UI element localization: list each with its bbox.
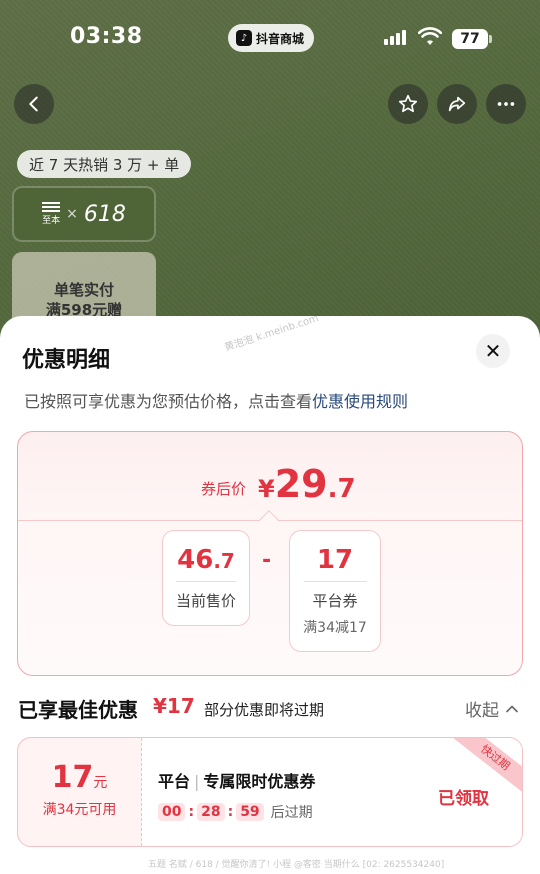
- battery-level: 77: [460, 31, 480, 47]
- footer-watermark: 五题 名赋 / 618 / 觉醒你清了! 小程 @客密 当期什么 [02: 26…: [148, 860, 445, 870]
- brand-logo: 至本: [42, 202, 60, 226]
- douyin-logo-icon: ♪: [236, 30, 252, 46]
- battery-icon: 77: [452, 29, 492, 49]
- favorite-button[interactable]: [388, 84, 428, 124]
- after-coupon-price: ¥29.7: [258, 462, 356, 506]
- collab-x: ×: [66, 206, 78, 222]
- after-coupon-price-row: 券后价 ¥29.7: [18, 432, 522, 520]
- timer-suffix: 后过期: [270, 805, 313, 821]
- current-price-label: 当前售价: [175, 592, 236, 610]
- promo-line-1: 单笔实付: [53, 281, 114, 299]
- collapse-button[interactable]: 收起: [465, 696, 519, 721]
- usage-rules-link[interactable]: 优惠使用规则: [312, 392, 408, 411]
- current-price-value: 46.7: [177, 545, 235, 575]
- app-indicator-pill[interactable]: ♪ 抖音商城: [228, 24, 315, 52]
- price-estimate-note: 已按照可享优惠为您预估价格，点击查看优惠使用规则: [24, 388, 408, 412]
- wifi-icon: [418, 27, 442, 45]
- coupon-info-section: 平台 | 专属限时优惠券 00 : 28 : 59 后过期 已领取: [142, 738, 522, 846]
- timer-minutes: 28: [197, 803, 225, 821]
- coupon-card[interactable]: 17元 满34元可用 平台 | 专属限时优惠券 00 : 28 : 59 后过期 已…: [17, 737, 523, 847]
- share-button[interactable]: [437, 84, 477, 124]
- ellipsis-icon: [497, 102, 515, 106]
- countdown-timer: 00 : 28 : 59 后过期: [158, 802, 313, 822]
- status-time: 03:38: [70, 24, 143, 49]
- platform-coupon-card: 17 平台券 满34减17: [289, 530, 381, 652]
- platform-coupon-condition: 满34减17: [303, 620, 367, 636]
- platform-coupon-label: 平台券: [312, 592, 358, 610]
- promo-618-text: 618: [83, 201, 126, 227]
- cellular-signal-icon: [384, 30, 406, 45]
- price-estimate-text: 已按照可享优惠为您预估价格，点击查看: [24, 392, 313, 411]
- coupon-condition: 满34元可用: [42, 802, 117, 818]
- close-button[interactable]: ✕: [476, 334, 510, 368]
- share-arrow-icon: [448, 96, 466, 112]
- brand-name: 至本: [42, 216, 61, 226]
- timer-seconds: 59: [236, 803, 264, 821]
- current-price-card: 46.7 当前售价: [162, 530, 250, 626]
- best-discount-amount: ¥17: [153, 694, 195, 718]
- brand-618-badge: 至本 × 618: [12, 186, 156, 242]
- coupon-value-section: 17元 满34元可用: [18, 738, 142, 846]
- star-icon: [398, 94, 418, 113]
- app-pill-label: 抖音商城: [256, 31, 305, 46]
- chevron-left-icon: [29, 96, 38, 112]
- coupon-amount: 17元: [51, 760, 108, 795]
- sales-badge: 近 7 天热销 3 万 + 单: [17, 150, 192, 178]
- close-icon: ✕: [484, 339, 502, 363]
- after-coupon-label: 券后价: [201, 480, 247, 498]
- more-button[interactable]: [486, 84, 526, 124]
- best-discount-title: 已享最佳优惠: [18, 698, 138, 722]
- discount-detail-sheet: 黄泡泡 k.meinb.com 优惠明细 ✕ 已按照可享优惠为您预估价格，点击查…: [0, 313, 540, 874]
- back-button[interactable]: [14, 84, 54, 124]
- coupon-name: 平台 | 专属限时优惠券: [158, 772, 316, 791]
- sheet-title: 优惠明细: [22, 348, 111, 373]
- minus-sign: -: [262, 548, 272, 573]
- chevron-up-icon: [506, 705, 518, 712]
- expiring-note: 部分优惠即将过期: [204, 701, 325, 719]
- claimed-status: 已领取: [438, 789, 489, 809]
- watermark: 黄泡泡 k.meinb.com: [223, 313, 320, 354]
- status-bar: 03:38 ♪ 抖音商城 77: [0, 0, 540, 78]
- collapse-label: 收起: [465, 701, 499, 721]
- timer-hours: 00: [158, 803, 186, 821]
- platform-coupon-value: 17: [316, 545, 354, 575]
- price-summary-box: 券后价 ¥29.7 46.7 当前售价 - 17 平台券 满34减17: [17, 431, 523, 676]
